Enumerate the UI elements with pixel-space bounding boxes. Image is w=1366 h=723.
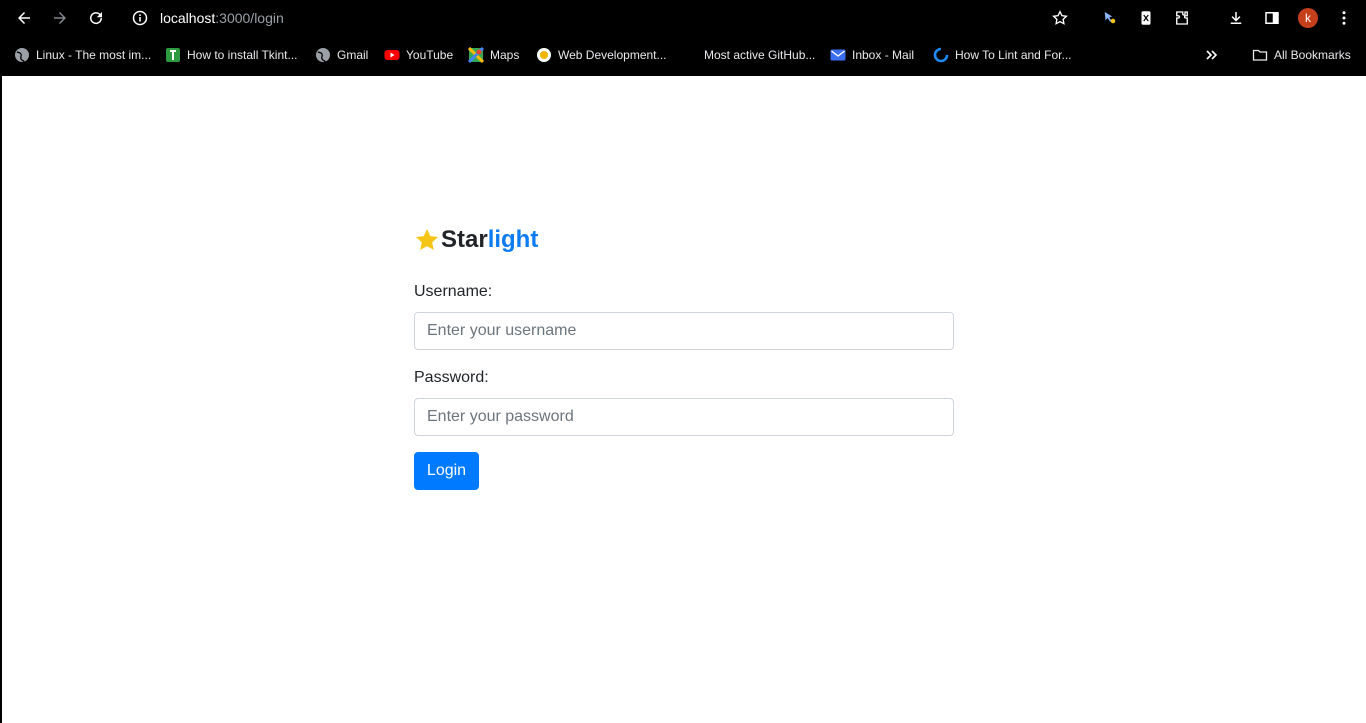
globe-icon — [14, 47, 30, 63]
bookmark-youtube[interactable]: YouTube — [384, 44, 453, 66]
password-input[interactable] — [414, 398, 954, 436]
profile-avatar[interactable]: k — [1298, 8, 1318, 28]
bookmark-github-active[interactable]: Most active GitHub... — [704, 44, 815, 66]
login-button[interactable]: Login — [414, 452, 479, 490]
browser-menu-button[interactable] — [1332, 6, 1356, 30]
arrow-left-icon — [18, 12, 30, 24]
bookmarks-overflow-button[interactable] — [1204, 44, 1226, 66]
bookmark-label: Inbox - Mail — [852, 48, 915, 62]
bookmarks-bar: Linux - The most im... How to install Tk… — [0, 36, 1366, 76]
back-button[interactable] — [12, 6, 36, 30]
extension-button[interactable] — [1134, 6, 1158, 30]
reload-icon — [90, 12, 103, 25]
password-label: Password: — [414, 369, 489, 386]
bookmark-label: Most active GitHub... — [704, 48, 816, 62]
bookmark-label: How to install Tkint... — [187, 48, 298, 62]
username-input[interactable] — [414, 312, 954, 350]
site-icon — [536, 47, 552, 63]
bookmark-label: YouTube — [406, 48, 454, 62]
bookmark-gmail[interactable]: Gmail — [315, 44, 368, 66]
extensions-menu-button[interactable] — [1170, 6, 1194, 30]
login-page: Starlight Username: Password: Login — [2, 76, 1366, 723]
brand-name-part1: Star — [441, 226, 488, 253]
url-text[interactable]: localhost:3000/login — [160, 10, 284, 26]
browser-toolbar: localhost:3000/login k — [0, 0, 1366, 36]
bookmark-web-development[interactable]: Web Development... — [536, 44, 667, 66]
chevron-double-right-icon — [1204, 47, 1220, 63]
url-host: localhost — [160, 10, 216, 26]
bookmark-label: Maps — [490, 48, 520, 62]
maps-icon — [468, 47, 484, 63]
bookmark-linux[interactable]: Linux - The most im... — [14, 44, 151, 66]
arrow-right-icon — [54, 12, 66, 24]
cursor-extension-icon — [1104, 12, 1116, 24]
site-icon — [933, 47, 949, 63]
info-icon[interactable] — [132, 10, 148, 26]
extension-app-icon — [1141, 11, 1151, 25]
side-panel-icon — [1265, 12, 1279, 24]
address-bar[interactable]: localhost:3000/login — [126, 4, 1076, 32]
bookmark-label: Gmail — [337, 48, 369, 62]
extension-cursor-button[interactable] — [1098, 6, 1122, 30]
youtube-icon — [384, 47, 400, 63]
bookmark-label: Linux - The most im... — [36, 48, 152, 62]
star-icon — [415, 228, 439, 250]
puzzle-icon — [1176, 11, 1188, 25]
bookmark-label: Web Development... — [558, 48, 667, 62]
brand-name-part2: light — [487, 226, 539, 253]
all-bookmarks-label: All Bookmarks — [1274, 48, 1351, 62]
bookmark-maps[interactable]: Maps — [468, 44, 519, 66]
bookmark-tkinter[interactable]: How to install Tkint... — [165, 44, 297, 66]
mail-icon — [830, 47, 846, 63]
brand-logo: Star light — [414, 226, 538, 254]
folder-icon — [1252, 47, 1268, 63]
reload-button[interactable] — [84, 6, 108, 30]
star-outline-icon — [1052, 10, 1068, 25]
site-icon — [165, 47, 181, 63]
forward-button[interactable] — [48, 6, 72, 30]
bookmark-inbox-mail[interactable]: Inbox - Mail — [830, 44, 914, 66]
downloads-button[interactable] — [1224, 6, 1248, 30]
bookmark-star-button[interactable] — [1048, 6, 1072, 30]
url-path: :3000/login — [215, 10, 284, 26]
all-bookmarks-button[interactable]: All Bookmarks — [1252, 44, 1351, 66]
username-label: Username: — [414, 283, 493, 300]
download-icon — [1230, 12, 1242, 24]
globe-icon — [315, 47, 331, 63]
bookmark-label: How To Lint and For... — [955, 48, 1072, 62]
kebab-menu-icon — [1342, 11, 1346, 25]
side-panel-button[interactable] — [1260, 6, 1284, 30]
bookmark-lint[interactable]: How To Lint and For... — [933, 44, 1072, 66]
